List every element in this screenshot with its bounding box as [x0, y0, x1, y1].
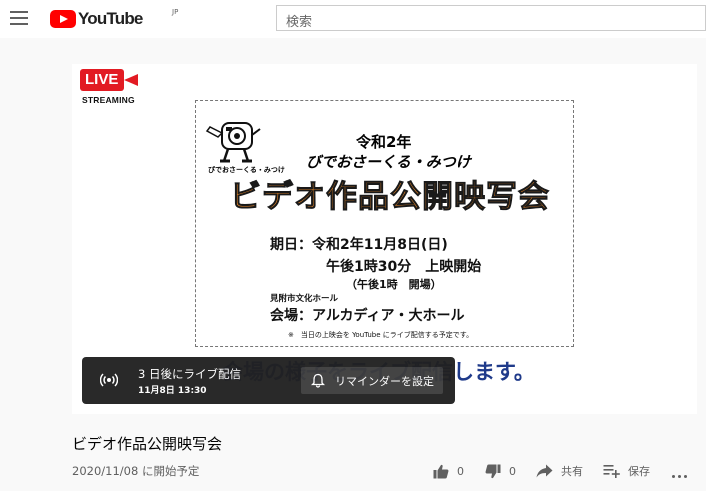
poster-venue: 会場：アルカディア・大ホール: [270, 308, 465, 324]
poster-open-time: （午後1時 開場）: [346, 278, 442, 291]
logo-region: JP: [172, 8, 179, 16]
poster-hall: 見附市文化ホール: [270, 294, 339, 304]
camera-icon: [124, 74, 138, 86]
streaming-label: STREAMING: [82, 95, 135, 105]
share-label: 共有: [561, 465, 583, 478]
poster-title: ビデオ作品公開映写会: [230, 179, 550, 216]
poster-note: ※ 当日の上映会を YouTube にライブ配信する予定です。: [288, 331, 474, 339]
search-input[interactable]: 検索: [276, 5, 706, 31]
video-title: ビデオ作品公開映写会: [72, 435, 223, 453]
like-button[interactable]: 0: [433, 460, 464, 482]
live-label: LIVE: [85, 71, 119, 88]
menu-icon[interactable]: [10, 11, 28, 25]
poster-time: 午後1時30分 上映開始: [326, 259, 482, 275]
poster-year: 令和2年: [356, 133, 412, 151]
playlist-add-icon: [603, 465, 620, 478]
share-button[interactable]: 共有: [536, 460, 583, 482]
poster-date: 期日：令和2年11月8日(日): [270, 237, 448, 253]
play-logo-icon: [50, 10, 76, 28]
more-actions-icon[interactable]: [672, 463, 690, 479]
logo-text: YouTube: [78, 9, 143, 28]
schedule-text: 2020/11/08 に開始予定: [72, 464, 200, 478]
set-reminder-button[interactable]: リマインダーを設定: [301, 367, 443, 394]
thumbs-up-icon: [433, 464, 449, 478]
save-button[interactable]: 保存: [603, 460, 650, 482]
live-streaming-badge: LIVE STREAMING: [80, 69, 144, 107]
mascot-icon: [205, 122, 261, 163]
dislike-count: 0: [509, 464, 516, 478]
live-datetime: 11月8日 13:30: [138, 386, 207, 396]
share-icon: [536, 464, 553, 478]
thumbs-down-icon: [485, 464, 501, 478]
save-label: 保存: [628, 465, 650, 478]
poster-group: びでおさーくる・みつけ: [306, 153, 471, 171]
upcoming-live-card: 3 日後にライブ配信 11月8日 13:30 リマインダーを設定: [82, 357, 455, 404]
bell-icon: [311, 373, 325, 388]
event-poster: ぴでおさーくる・みつけ 令和2年 びでおさーくる・みつけ ビデオ作品公開映写会 …: [195, 100, 574, 347]
search-placeholder: 検索: [286, 15, 313, 30]
reminder-label: リマインダーを設定: [335, 375, 434, 388]
masthead: YouTube JP 検索: [0, 0, 706, 38]
live-broadcast-icon: [100, 373, 118, 387]
dislike-button[interactable]: 0: [485, 460, 516, 482]
like-count: 0: [457, 464, 464, 478]
live-countdown: 3 日後にライブ配信: [138, 367, 241, 381]
